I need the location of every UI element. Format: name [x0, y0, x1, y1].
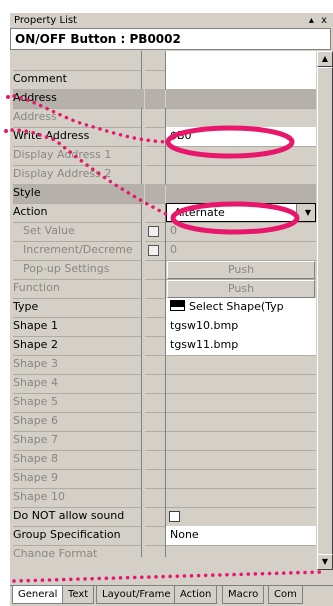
- row-shape-5: Shape 5: [10, 393, 316, 413]
- window-controls[interactable]: ▴ x: [309, 13, 329, 28]
- popup-push-button[interactable]: Push: [167, 261, 315, 279]
- row-shape-7: Shape 7: [10, 431, 316, 451]
- label-change-format: Change Format: [13, 545, 142, 557]
- label-shape-5: Shape 5: [13, 393, 142, 413]
- vertical-scrollbar[interactable]: ▲ ▼: [317, 51, 333, 570]
- label-address: Address: [13, 108, 142, 128]
- label-display-address-1: Display Address 1: [13, 146, 142, 166]
- row-shape-6: Shape 6: [10, 412, 316, 432]
- type-value: Select Shape(Typ: [189, 300, 284, 313]
- row-shape-4: Shape 4: [10, 374, 316, 394]
- label-shape-7: Shape 7: [13, 431, 142, 451]
- category-address[interactable]: Address: [10, 89, 316, 109]
- tab-macro[interactable]: Macro: [222, 586, 265, 604]
- row-shape-1[interactable]: Shape 1 tgsw10.bmp: [10, 317, 316, 337]
- tab-com[interactable]: Com: [268, 586, 303, 604]
- write-address-field[interactable]: $B0: [166, 127, 316, 147]
- window-title: Property List: [14, 15, 77, 26]
- label-comment: Comment: [13, 70, 142, 90]
- label-set-value: Set Value: [13, 222, 142, 242]
- row-group-specification[interactable]: Group Specification None: [10, 526, 316, 546]
- row-type[interactable]: Type Select Shape(Typ: [10, 298, 316, 318]
- action-dropdown-value: Alternate: [174, 206, 225, 219]
- label-shape-9: Shape 9: [13, 469, 142, 489]
- row-action[interactable]: Action Alternate ▼: [10, 203, 316, 223]
- scroll-down-icon[interactable]: ▼: [317, 554, 333, 570]
- label-function: Function: [13, 279, 142, 299]
- scroll-thumb[interactable]: [317, 67, 333, 555]
- set-value-checkbox[interactable]: [148, 226, 159, 237]
- tab-bar: General Text Layout/Frame Action Macro C…: [10, 585, 333, 606]
- row-write-address[interactable]: Write Address $B0: [10, 127, 316, 147]
- tab-text[interactable]: Text: [62, 586, 95, 604]
- label-shape-10: Shape 10: [13, 488, 142, 508]
- row-shape-8: Shape 8: [10, 450, 316, 470]
- row-no-sound[interactable]: Do NOT allow sound: [10, 507, 316, 527]
- scroll-up-icon[interactable]: ▲: [317, 51, 333, 67]
- label-display-address-2: Display Address 2: [13, 165, 142, 185]
- row-display-address-1: Display Address 1: [10, 146, 316, 166]
- title-bar: Property List ▴ x: [10, 13, 333, 28]
- set-value-field: 0: [170, 224, 177, 237]
- row-change-format: Change Format: [10, 545, 316, 557]
- tab-layout-frame[interactable]: Layout/Frame: [96, 586, 177, 604]
- blank-row: [10, 51, 316, 71]
- label-shape-3: Shape 3: [13, 355, 142, 375]
- comment-field[interactable]: [166, 70, 316, 90]
- chevron-down-icon[interactable]: ▼: [296, 204, 315, 221]
- row-display-address-2: Display Address 2: [10, 165, 316, 185]
- object-header: ON/OFF Button : PB0002: [10, 28, 331, 50]
- type-field[interactable]: Select Shape(Typ: [166, 298, 316, 318]
- shape-type-icon: [170, 300, 185, 311]
- increment-checkbox[interactable]: [148, 245, 159, 256]
- label-increment: Increment/Decreme: [13, 241, 142, 261]
- label-shape-6: Shape 6: [13, 412, 142, 432]
- tab-action[interactable]: Action: [174, 586, 218, 604]
- shape-1-field[interactable]: tgsw10.bmp: [166, 317, 316, 337]
- row-address: Address: [10, 108, 316, 128]
- label-type: Type: [13, 298, 142, 318]
- annotation-dot-2: [4, 129, 8, 133]
- no-sound-checkbox[interactable]: [169, 511, 180, 522]
- label-group-specification: Group Specification: [13, 526, 142, 546]
- label-address-category: Address: [13, 89, 144, 109]
- row-comment[interactable]: Comment: [10, 70, 316, 90]
- label-shape-2: Shape 2: [13, 336, 142, 356]
- row-shape-10: Shape 10: [10, 488, 316, 508]
- label-no-sound: Do NOT allow sound: [13, 507, 142, 527]
- function-push-button[interactable]: Push: [167, 280, 315, 298]
- increment-field: 0: [170, 243, 177, 256]
- property-list-panel: Property List ▴ x ON/OFF Button : PB0002…: [10, 13, 333, 606]
- row-shape-9: Shape 9: [10, 469, 316, 489]
- category-style[interactable]: Style: [10, 184, 316, 204]
- label-action: Action: [13, 203, 142, 223]
- row-popup-settings: Pop-up Settings Push: [10, 260, 316, 280]
- label-shape-8: Shape 8: [13, 450, 142, 470]
- row-function: Function Push: [10, 279, 316, 299]
- shape-2-field[interactable]: tgsw11.bmp: [166, 336, 316, 356]
- label-popup-settings: Pop-up Settings: [13, 260, 142, 280]
- label-style-category: Style: [13, 184, 144, 204]
- object-name: ON/OFF Button : PB0002: [15, 32, 181, 46]
- group-specification-field[interactable]: None: [166, 526, 316, 546]
- tab-general[interactable]: General: [12, 586, 64, 604]
- label-shape-1: Shape 1: [13, 317, 142, 337]
- label-write-address: Write Address: [13, 127, 142, 147]
- row-increment: Increment/Decreme 0: [10, 241, 316, 261]
- label-shape-4: Shape 4: [13, 374, 142, 394]
- action-dropdown[interactable]: Alternate ▼: [166, 203, 316, 222]
- row-shape-2[interactable]: Shape 2 tgsw11.bmp: [10, 336, 316, 356]
- row-shape-3: Shape 3: [10, 355, 316, 375]
- row-set-value: Set Value 0: [10, 222, 316, 242]
